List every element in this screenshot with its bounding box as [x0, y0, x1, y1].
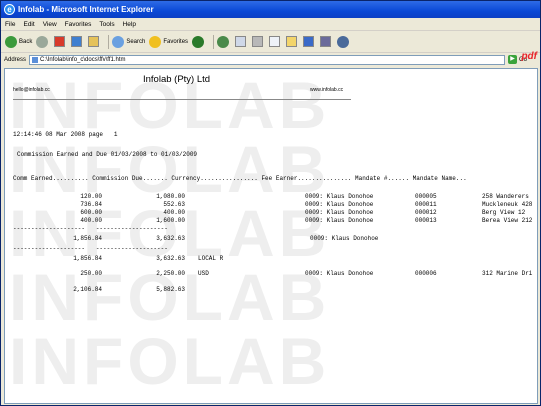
report: Infolab (Pty) Ltd hello@infolab.cc www.i…: [13, 74, 533, 293]
print-button[interactable]: [252, 36, 265, 47]
history-icon: [217, 35, 230, 48]
tools-icon: [337, 35, 350, 48]
address-value: C:\Infolab\info_c\docs\ffv\ff1.htm: [40, 56, 126, 63]
subtotal-rule: -------------------- -------------------…: [13, 225, 168, 232]
address-input[interactable]: C:\Infolab\info_c\docs\ffv\ff1.htm: [29, 54, 506, 65]
report-timestamp: 12:14:46 08 Mar 2008 page 1: [13, 131, 118, 138]
company-email: hello@infolab.cc: [13, 87, 50, 93]
forward-arrow-icon: [36, 35, 49, 48]
page-icon: [32, 56, 39, 63]
menu-help[interactable]: Help: [119, 21, 140, 28]
mail-icon: [235, 36, 247, 47]
research-button[interactable]: [320, 36, 333, 47]
stop-button[interactable]: [54, 36, 67, 47]
pdf-logo: pdf: [521, 51, 537, 62]
menu-view[interactable]: View: [39, 21, 61, 28]
discuss-button[interactable]: [286, 36, 299, 47]
media-icon: [192, 35, 205, 48]
company-website: www.infolab.cc: [310, 87, 344, 93]
page-content[interactable]: INFOLAB INFOLAB INFOLAB INFOLAB INFOLAB …: [4, 68, 538, 404]
home-icon: [88, 36, 100, 47]
star-icon: [149, 35, 162, 48]
company-name: Infolab (Pty) Ltd: [143, 74, 211, 85]
search-button[interactable]: Search: [112, 35, 145, 48]
address-bar: Address C:\Infolab\info_c\docs\ffv\ff1.h…: [1, 53, 540, 66]
back-arrow-icon: [5, 35, 17, 48]
column-headers: Comm Earned.......... Commission Due....…: [13, 175, 467, 182]
local-total-rule: -------------------- -------------------…: [13, 245, 168, 252]
menu-favorites[interactable]: Favorites: [61, 21, 96, 28]
menu-bar: File Edit View Favorites Tools Help: [1, 18, 540, 31]
menu-edit[interactable]: Edit: [19, 21, 38, 28]
mail-button[interactable]: [235, 36, 248, 47]
edit-icon: [269, 36, 281, 47]
search-icon: [112, 35, 125, 48]
browser-window: e Infolab - Microsoft Internet Explorer …: [0, 0, 541, 406]
toolbar-separator: [108, 34, 110, 49]
window-title: Infolab - Microsoft Internet Explorer: [18, 5, 154, 14]
refresh-icon: [71, 36, 83, 47]
menu-tools[interactable]: Tools: [95, 21, 118, 28]
history-button[interactable]: [217, 35, 231, 48]
tools-button[interactable]: [337, 35, 351, 48]
print-icon: [252, 36, 264, 47]
favorites-button[interactable]: Favorites: [149, 35, 188, 48]
toolbar-separator: [213, 34, 215, 49]
stop-icon: [54, 36, 66, 47]
ie-logo-icon: e: [4, 4, 15, 15]
folder-icon: [286, 36, 298, 47]
media-button[interactable]: [192, 35, 206, 48]
report-heading: Commission Earned and Due 01/03/2008 to …: [17, 151, 198, 158]
address-label: Address: [4, 56, 27, 63]
toolbar: Back Search Favorites: [1, 31, 540, 53]
menu-file[interactable]: File: [1, 21, 19, 28]
header-divider: [13, 99, 351, 100]
home-button[interactable]: [88, 36, 101, 47]
refresh-button[interactable]: [71, 36, 84, 47]
forward-button[interactable]: [36, 35, 50, 48]
messenger-button[interactable]: [303, 36, 316, 47]
edit-button[interactable]: [269, 36, 282, 47]
research-icon: [320, 36, 332, 47]
messenger-icon: [303, 36, 315, 47]
title-bar: e Infolab - Microsoft Internet Explorer: [1, 1, 540, 18]
go-arrow-icon: ▶: [508, 55, 518, 64]
back-button[interactable]: Back: [5, 35, 32, 48]
